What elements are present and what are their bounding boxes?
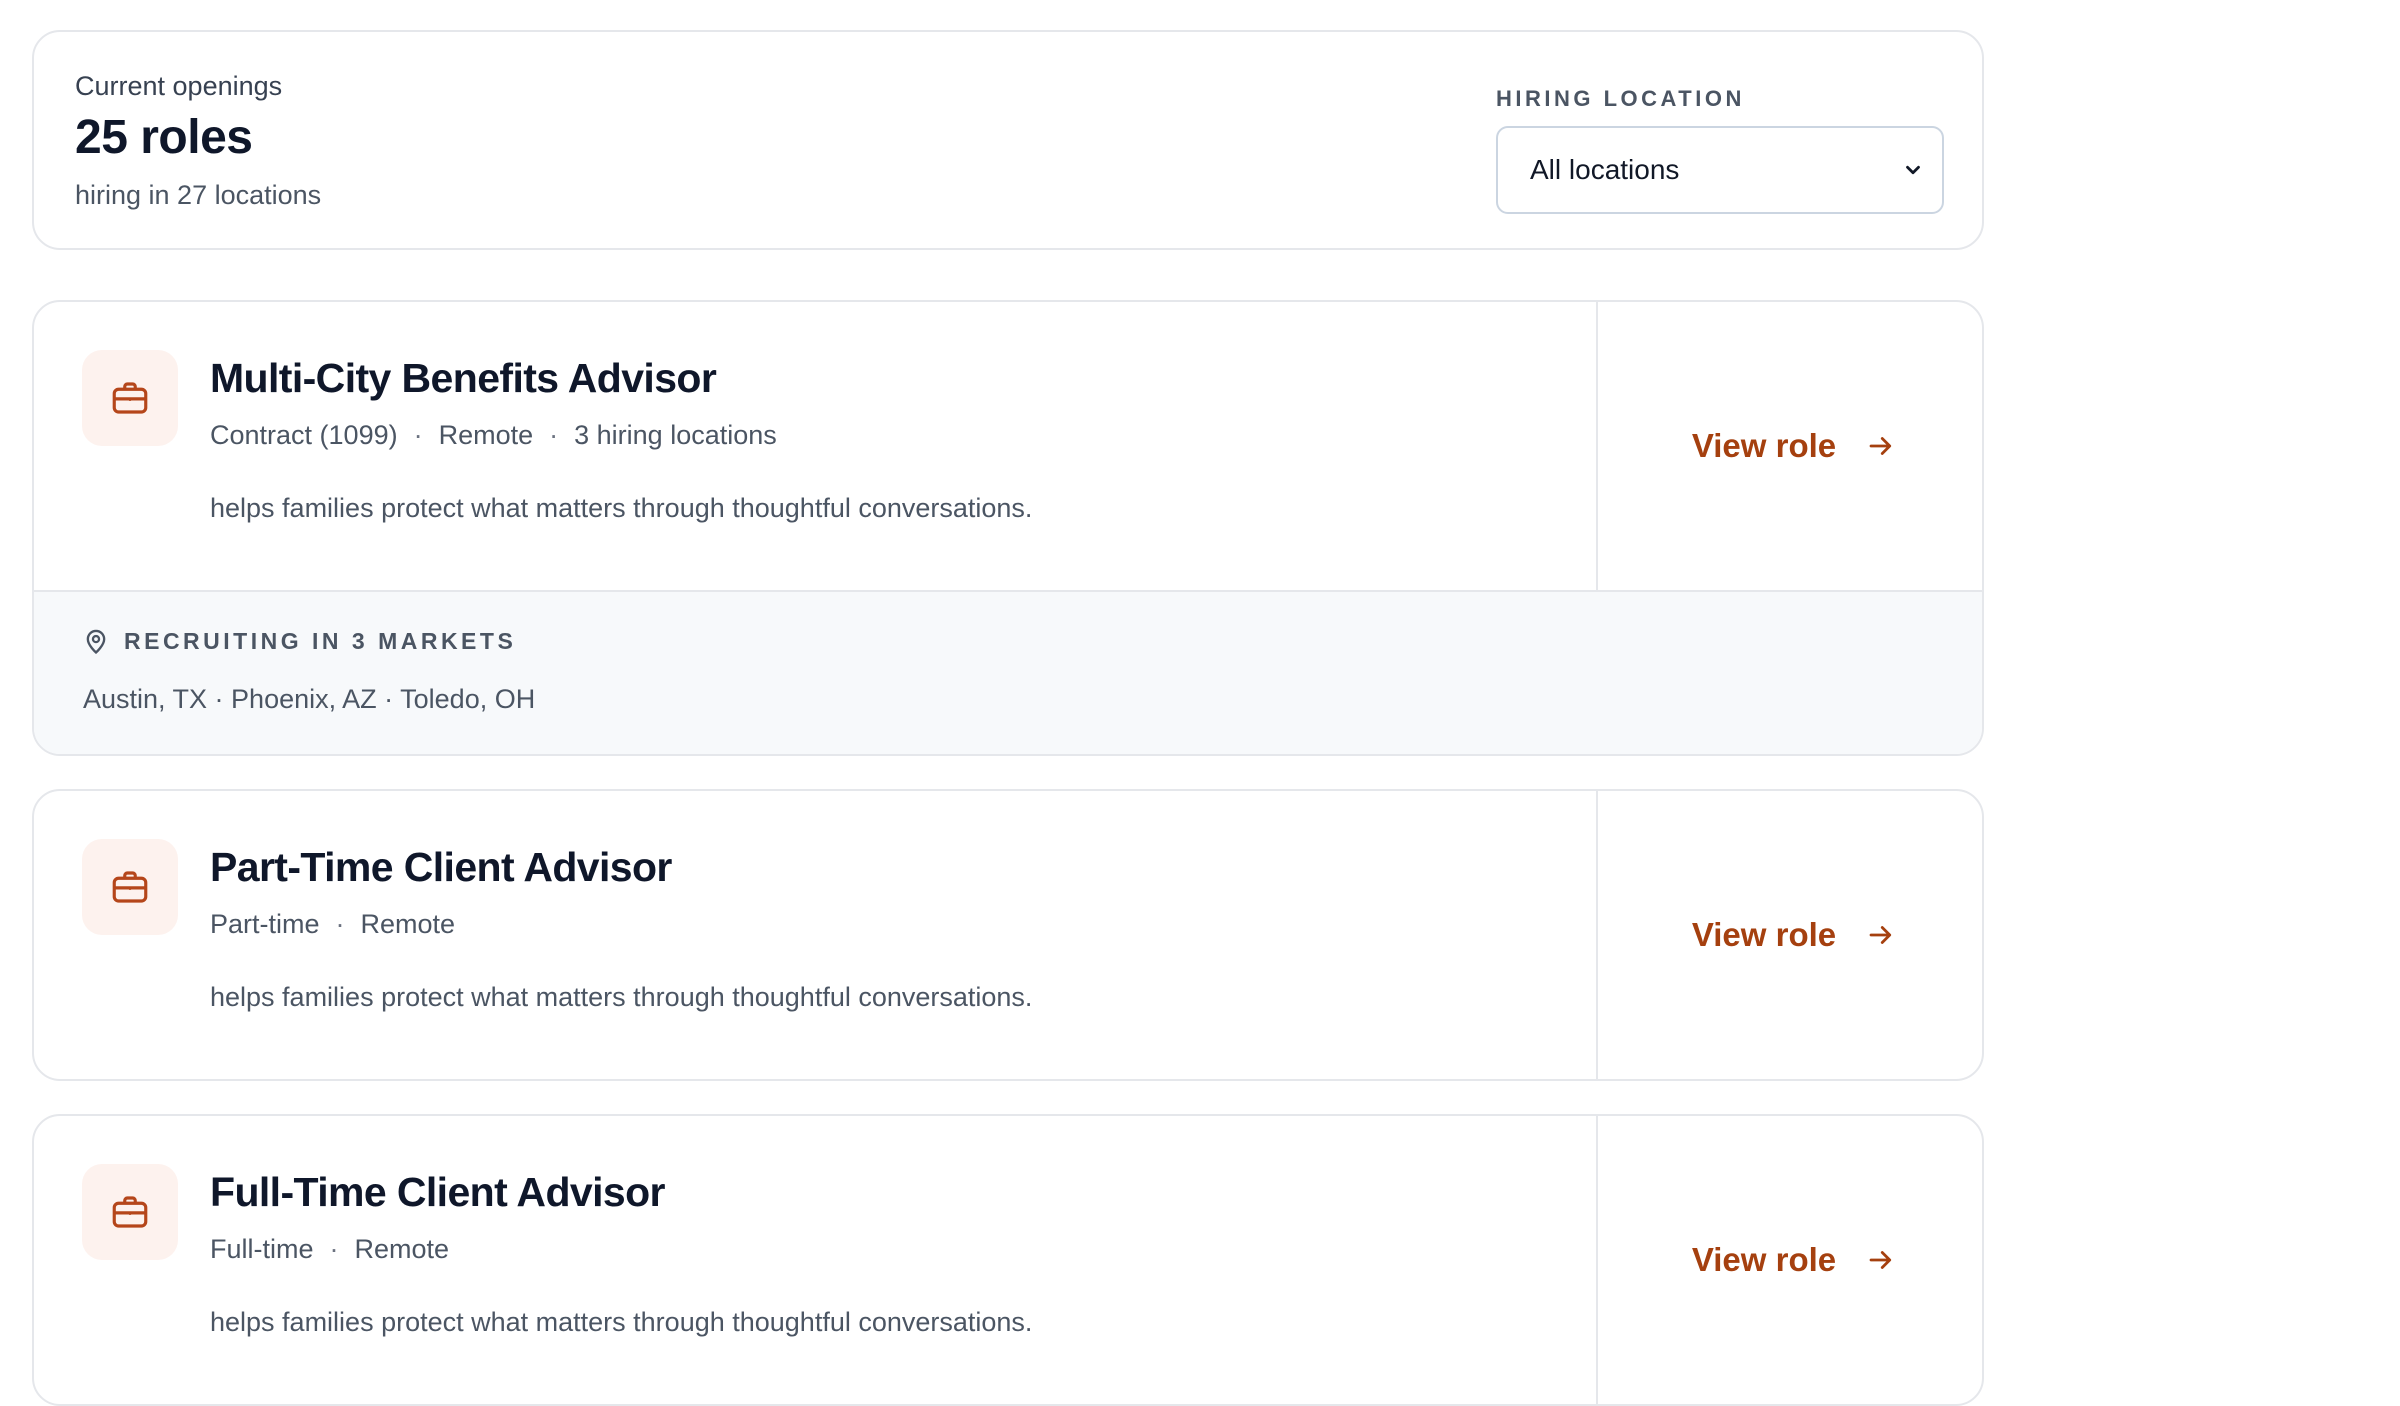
openings-locations-count: hiring in 27 locations xyxy=(75,180,322,211)
view-role-button[interactable]: View role xyxy=(1692,916,1896,954)
job-card: Full-Time Client Advisor Full-time · Rem… xyxy=(32,1114,1984,1406)
job-card-action: View role xyxy=(1598,791,1982,1079)
job-type: Contract (1099) xyxy=(210,420,398,451)
openings-count: 25 roles xyxy=(75,111,253,165)
hiring-location-label: HIRING LOCATION xyxy=(1496,86,1745,111)
meta-separator: · xyxy=(329,1234,339,1265)
job-card-text: Multi-City Benefits Advisor Contract (10… xyxy=(210,354,1556,524)
job-card-body: Multi-City Benefits Advisor Contract (10… xyxy=(34,302,1598,590)
openings-summary-card: Current openings 25 roles hiring in 27 l… xyxy=(32,30,1984,250)
arrow-right-icon xyxy=(1866,920,1896,950)
briefcase-icon xyxy=(82,350,178,446)
job-listings-page: Current openings 25 roles hiring in 27 l… xyxy=(32,30,1984,1406)
job-meta: Contract (1099) · Remote · 3 hiring loca… xyxy=(210,419,1556,451)
meta-separator: · xyxy=(549,420,559,451)
job-card-body: Full-Time Client Advisor Full-time · Rem… xyxy=(34,1116,1598,1404)
job-card-main: Full-Time Client Advisor Full-time · Rem… xyxy=(34,1116,1982,1404)
job-description: helps families protect what matters thro… xyxy=(210,981,1033,1012)
view-role-label: View role xyxy=(1691,1241,1837,1278)
job-card-action: View role xyxy=(1598,302,1982,590)
arrow-right-icon xyxy=(1866,1245,1896,1275)
job-card-text: Part-Time Client Advisor Part-time · Rem… xyxy=(210,843,1556,1013)
hiring-location-filter: HIRING LOCATION All locations xyxy=(1496,86,1944,215)
recruiting-markets-label: RECRUITING IN 3 MARKETS xyxy=(124,628,517,655)
recruiting-markets: RECRUITING IN 3 MARKETS Austin, TX · Pho… xyxy=(34,590,1982,754)
job-title: Part-Time Client Advisor xyxy=(210,844,672,890)
openings-label: Current openings xyxy=(75,71,283,101)
view-role-label: View role xyxy=(1691,427,1837,464)
job-location-count: 3 hiring locations xyxy=(574,420,777,451)
job-card-body: Part-Time Client Advisor Part-time · Rem… xyxy=(34,791,1598,1079)
chevron-down-icon xyxy=(1902,159,1924,181)
job-work-mode: Remote xyxy=(438,420,534,451)
openings-summary: Current openings 25 roles hiring in 27 l… xyxy=(75,70,321,212)
hiring-location-select[interactable]: All locations xyxy=(1496,126,1944,215)
view-role-label: View role xyxy=(1691,916,1837,953)
meta-separator: · xyxy=(335,909,345,940)
briefcase-icon xyxy=(82,1164,178,1260)
job-type: Full-time xyxy=(210,1234,314,1265)
hiring-location-selected-value: All locations xyxy=(1530,154,1680,186)
job-title: Multi-City Benefits Advisor xyxy=(210,355,717,401)
job-card-main: Multi-City Benefits Advisor Contract (10… xyxy=(34,302,1982,590)
recruiting-markets-list: Austin, TX · Phoenix, AZ · Toledo, OH xyxy=(83,684,536,714)
job-card-main: Part-Time Client Advisor Part-time · Rem… xyxy=(34,791,1982,1079)
recruiting-markets-header: RECRUITING IN 3 MARKETS xyxy=(82,628,516,656)
job-meta: Full-time · Remote xyxy=(210,1233,1556,1265)
job-card: Multi-City Benefits Advisor Contract (10… xyxy=(32,300,1984,756)
job-title: Full-Time Client Advisor xyxy=(210,1169,665,1215)
meta-separator: · xyxy=(413,420,423,451)
job-card: Part-Time Client Advisor Part-time · Rem… xyxy=(32,789,1984,1081)
job-card-action: View role xyxy=(1598,1116,1982,1404)
job-meta: Part-time · Remote xyxy=(210,908,1556,940)
view-role-button[interactable]: View role xyxy=(1692,1241,1896,1279)
briefcase-icon xyxy=(82,839,178,935)
map-pin-icon xyxy=(82,628,110,656)
job-description: helps families protect what matters thro… xyxy=(210,1306,1033,1337)
job-type: Part-time xyxy=(210,909,320,940)
job-card-text: Full-Time Client Advisor Full-time · Rem… xyxy=(210,1168,1556,1338)
view-role-button[interactable]: View role xyxy=(1692,427,1896,465)
job-work-mode: Remote xyxy=(354,1234,450,1265)
job-description: helps families protect what matters thro… xyxy=(210,492,1033,523)
arrow-right-icon xyxy=(1866,431,1896,461)
job-work-mode: Remote xyxy=(360,909,456,940)
